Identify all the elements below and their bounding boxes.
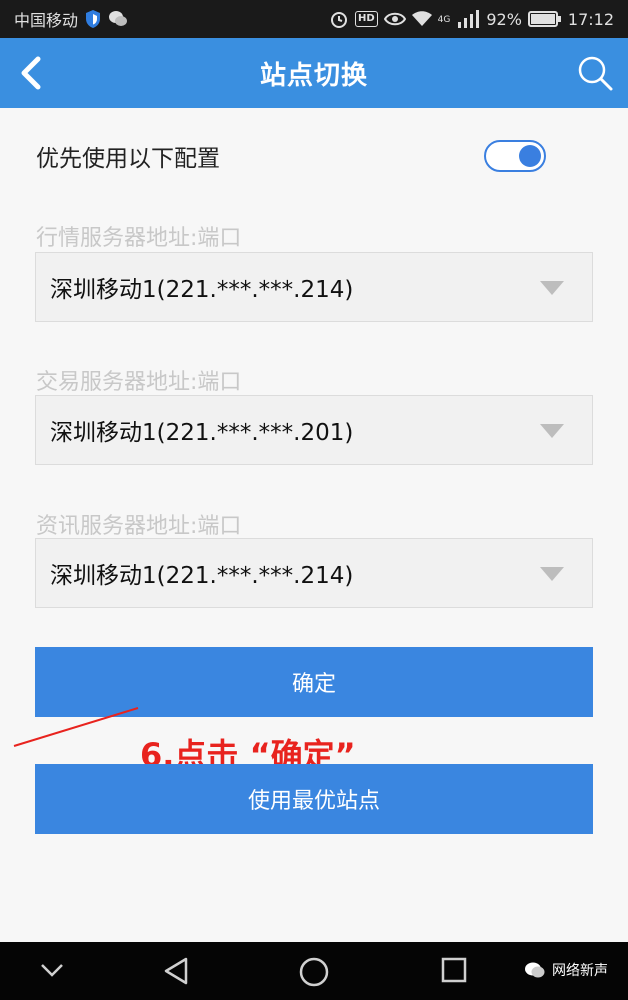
system-nav-bar: 网络新声 (0, 942, 628, 1000)
shield-icon (84, 9, 102, 29)
back-triangle-icon[interactable] (162, 956, 190, 986)
dropdown-caret-icon (540, 567, 564, 581)
best-site-button[interactable]: 使用最优站点 (35, 764, 593, 834)
trade-server-select[interactable]: 深圳移动1(221.***.***.201) (35, 395, 593, 465)
status-right: HD 4G 92% 17:12 (329, 9, 614, 29)
network-type: 4G (437, 15, 451, 25)
eye-icon (383, 11, 406, 27)
quote-server-value: 深圳移动1(221.***.***.214) (50, 277, 354, 303)
dropdown-caret-icon (540, 281, 564, 295)
status-left: 中国移动 (14, 7, 128, 31)
info-server-select[interactable]: 深圳移动1(221.***.***.214) (35, 538, 593, 608)
carrier-name: 中国移动 (14, 11, 79, 30)
wechat-icon (525, 962, 545, 978)
watermark-text: 网络新声 (552, 963, 608, 979)
chevron-down-icon[interactable] (38, 956, 66, 984)
alarm-icon (329, 9, 349, 29)
hd-badge: HD (354, 11, 378, 27)
preference-label: 优先使用以下配置 (36, 146, 220, 172)
content-area: 优先使用以下配置 行情服务器地址:端口 深圳移动1(221.***.***.21… (0, 108, 628, 942)
home-circle-icon[interactable] (298, 956, 330, 988)
quote-server-label: 行情服务器地址:端口 (36, 226, 242, 251)
quote-server-select[interactable]: 深圳移动1(221.***.***.214) (35, 252, 593, 322)
app-header: 站点切换 (0, 38, 628, 108)
battery-percent: 92% (486, 9, 522, 29)
page-title: 站点切换 (259, 60, 368, 91)
wechat-icon (108, 10, 128, 28)
status-bar: 中国移动 HD 4G 92% 17:12 (0, 0, 628, 38)
preference-row: 优先使用以下配置 (36, 138, 546, 174)
toggle-knob (519, 145, 541, 167)
search-icon (578, 56, 613, 91)
clock: 17:12 (567, 9, 614, 29)
annotation-arrow (13, 707, 139, 747)
wifi-icon (411, 11, 432, 27)
dropdown-caret-icon (540, 424, 564, 438)
chevron-left-icon (21, 56, 41, 90)
search-button[interactable] (576, 54, 614, 92)
preference-toggle[interactable] (484, 140, 546, 172)
recent-square-icon[interactable] (440, 956, 468, 984)
trade-server-value: 深圳移动1(221.***.***.201) (50, 420, 354, 446)
watermark: 网络新声 (524, 960, 608, 980)
trade-server-label: 交易服务器地址:端口 (36, 370, 242, 395)
info-server-value: 深圳移动1(221.***.***.214) (50, 563, 354, 589)
info-server-label: 资讯服务器地址:端口 (36, 514, 242, 539)
battery-icon (527, 11, 562, 27)
signal-icon (456, 10, 480, 28)
back-button[interactable] (16, 56, 48, 90)
